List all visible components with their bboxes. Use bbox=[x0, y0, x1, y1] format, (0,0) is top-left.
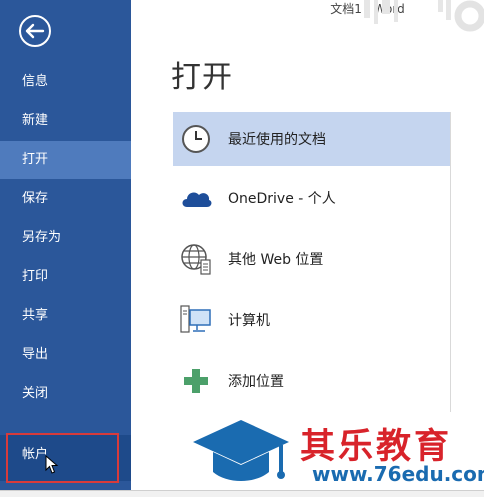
sidebar-item-share[interactable]: 共享 bbox=[0, 297, 131, 335]
place-label: 添加位置 bbox=[228, 374, 284, 390]
place-label: 其他 Web 位置 bbox=[228, 252, 324, 268]
sidebar-item-export[interactable]: 导出 bbox=[0, 336, 131, 374]
page-title: 打开 bbox=[171, 60, 233, 95]
sidebar-item-label: 另存为 bbox=[22, 230, 62, 245]
place-label: 计算机 bbox=[228, 313, 270, 329]
computer-icon bbox=[178, 302, 214, 338]
place-other-web[interactable]: 其他 Web 位置 bbox=[173, 232, 450, 286]
place-onedrive[interactable]: OneDrive - 个人 bbox=[173, 171, 450, 225]
sidebar-item-label: 保存 bbox=[22, 191, 49, 206]
sidebar-item-label: 共享 bbox=[22, 308, 49, 323]
sidebar-item-close[interactable]: 关闭 bbox=[0, 375, 131, 413]
divider bbox=[450, 112, 451, 412]
place-computer[interactable]: 计算机 bbox=[173, 293, 450, 347]
horizontal-scrollbar[interactable] bbox=[0, 490, 484, 497]
sidebar-item-label: 打开 bbox=[22, 152, 49, 167]
clock-icon bbox=[178, 121, 214, 157]
sidebar-item-save-as[interactable]: 另存为 bbox=[0, 219, 131, 257]
globe-icon bbox=[178, 241, 214, 277]
sidebar-item-print[interactable]: 打印 bbox=[0, 258, 131, 296]
sidebar-item-label: 新建 bbox=[22, 113, 49, 128]
sidebar-item-new[interactable]: 新建 bbox=[0, 102, 131, 140]
sidebar-item-label: 关闭 bbox=[22, 386, 49, 401]
ribbon-decoration-icon bbox=[364, 0, 484, 32]
backstage-sidebar: 信息 新建 打开 保存 另存为 打印 共享 导出 关闭 帐户 bbox=[0, 0, 131, 497]
account-highlight-box bbox=[6, 433, 119, 483]
place-recent-documents[interactable]: 最近使用的文档 bbox=[173, 112, 450, 166]
cloud-icon bbox=[178, 180, 214, 216]
sidebar-item-info[interactable]: 信息 bbox=[0, 63, 131, 101]
sidebar-item-label: 打印 bbox=[22, 269, 49, 284]
sidebar-item-save[interactable]: 保存 bbox=[0, 180, 131, 218]
place-label: OneDrive - 个人 bbox=[228, 191, 336, 207]
back-arrow-icon bbox=[19, 15, 51, 47]
watermark-url: www.76edu.com bbox=[312, 462, 484, 486]
plus-icon bbox=[178, 363, 214, 399]
sidebar-item-label: 导出 bbox=[22, 347, 49, 362]
place-add-location[interactable]: 添加位置 bbox=[173, 354, 450, 408]
sidebar-item-label: 信息 bbox=[22, 74, 49, 89]
mouse-cursor-icon bbox=[45, 455, 59, 474]
back-button[interactable] bbox=[18, 14, 52, 48]
sidebar-item-open[interactable]: 打开 bbox=[0, 141, 131, 179]
place-label: 最近使用的文档 bbox=[228, 132, 326, 148]
